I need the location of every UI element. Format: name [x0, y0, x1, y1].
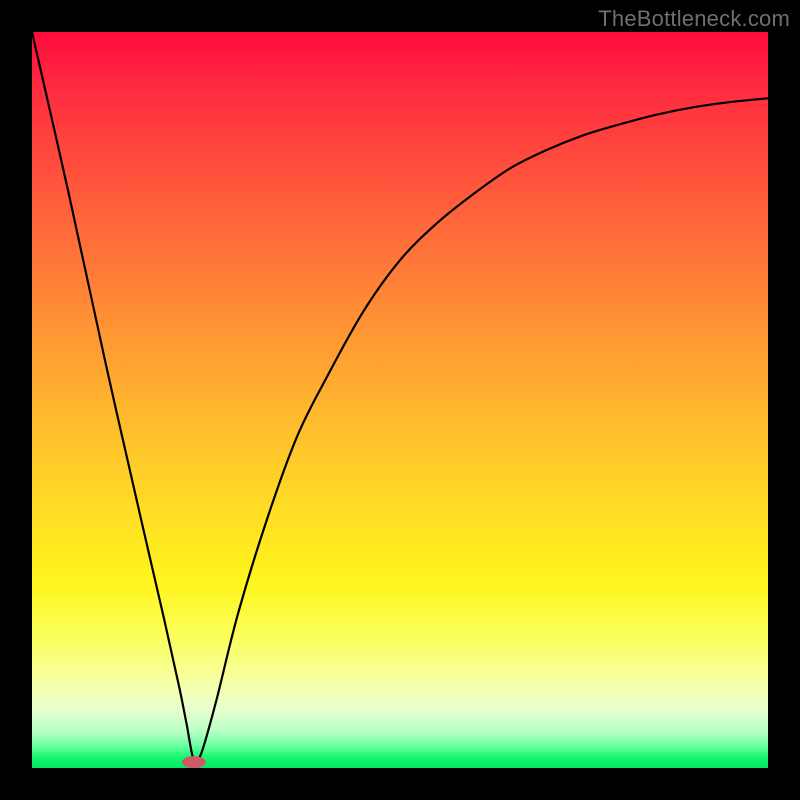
watermark-text: TheBottleneck.com	[598, 6, 790, 32]
chart-svg	[32, 32, 768, 768]
plot-area	[32, 32, 768, 768]
chart-frame: TheBottleneck.com	[0, 0, 800, 800]
optimal-point-marker	[182, 756, 206, 768]
bottleneck-curve	[32, 32, 768, 763]
